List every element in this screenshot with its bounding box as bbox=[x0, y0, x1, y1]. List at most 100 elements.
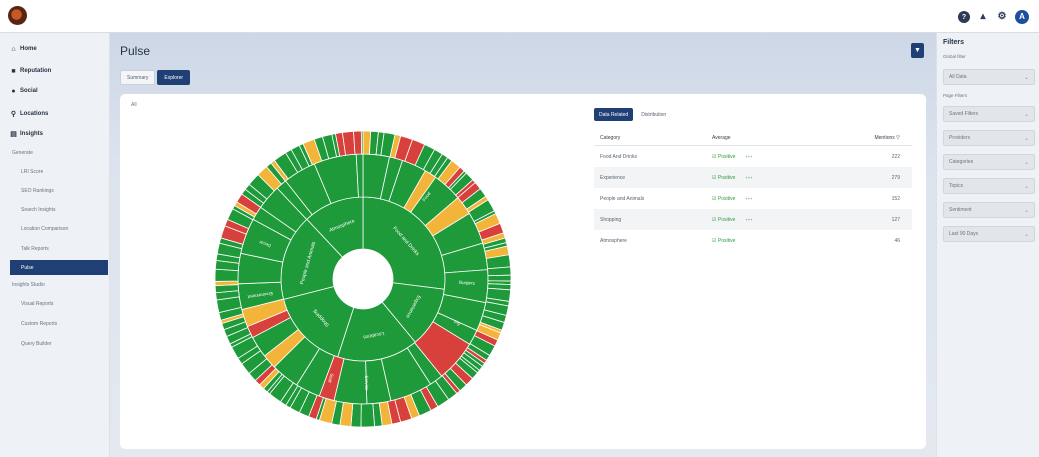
tab-summary[interactable]: Summary bbox=[120, 70, 156, 85]
sidebar-item-label: Insights bbox=[20, 131, 44, 137]
cell-average: ☑ Positive bbox=[712, 238, 842, 244]
sidebar-item-home[interactable]: ⌂ Home bbox=[10, 43, 37, 55]
table-row[interactable]: Experience ☑ Positive +++ 279 bbox=[594, 167, 912, 188]
sunburst-segment[interactable] bbox=[214, 268, 239, 282]
sidebar-subitem-talk-reports[interactable]: Talk Reports bbox=[21, 243, 49, 254]
cell-mentions: 46 bbox=[894, 237, 900, 244]
sunburst-outer-label: Burgers bbox=[459, 280, 476, 286]
sidebar-subitem-lri-score[interactable]: LRI Score bbox=[21, 166, 43, 177]
table-row[interactable]: People and Animals ☑ Positive +++ 152 bbox=[594, 188, 912, 209]
cell-category: Food And Drinks bbox=[600, 153, 637, 160]
sunburst-segment[interactable] bbox=[487, 274, 512, 282]
sunburst-segment[interactable] bbox=[360, 130, 364, 155]
global-filter-select[interactable]: All Data ⌄ bbox=[943, 69, 1035, 85]
left-sidebar: ⌂ Home ■ Reputation ● Social ⚲ Locations… bbox=[0, 33, 110, 457]
chevron-down-icon: ⌄ bbox=[1023, 74, 1029, 81]
sidebar-item-locations[interactable]: ⚲ Locations bbox=[10, 108, 48, 120]
sidebar-item-reputation[interactable]: ■ Reputation bbox=[10, 65, 51, 77]
sunburst-center[interactable] bbox=[334, 250, 392, 308]
chevron-down-icon: ⌄ bbox=[1023, 231, 1029, 238]
download-icon: ▼ bbox=[914, 47, 921, 54]
cell-mentions: 127 bbox=[891, 216, 900, 223]
sidebar-item-label: Social bbox=[20, 88, 38, 94]
tab-distribution[interactable]: Distribution bbox=[636, 108, 671, 121]
sidebar-subitem-visual-reports[interactable]: Visual Reports bbox=[21, 298, 53, 309]
sunburst-segment[interactable] bbox=[353, 130, 362, 155]
global-filter-label: Global filter bbox=[943, 54, 966, 59]
sidebar-item-social[interactable]: ● Social bbox=[10, 85, 38, 97]
select-value: Last 90 Days bbox=[949, 231, 979, 237]
sentiment-badge: ☑ Positive bbox=[712, 195, 736, 202]
chevron-down-icon: ⌄ bbox=[1023, 111, 1029, 118]
select-value: Topics bbox=[949, 183, 964, 189]
help-icon[interactable]: ? bbox=[958, 11, 970, 23]
sentiment-badge: ☑ Positive bbox=[712, 216, 736, 223]
sunburst-outer-label: Service bbox=[364, 375, 369, 391]
cell-category: Atmosphere bbox=[600, 237, 627, 244]
chevron-down-icon: ⌄ bbox=[1023, 159, 1029, 166]
category-table: Category Average Mentions ▽ Food And Dri… bbox=[594, 130, 912, 251]
social-icon: ● bbox=[11, 87, 16, 95]
cell-average: ☑ Positive +++ bbox=[712, 217, 842, 223]
page-title: Pulse bbox=[120, 44, 151, 58]
filters-panel: Filters Global filter All Data ⌄ Page Fi… bbox=[936, 33, 1039, 457]
explorer-panel: All Food and Drinks Experience Locations Sh… bbox=[120, 94, 926, 449]
sidebar-item-label: Home bbox=[20, 46, 37, 52]
cell-mentions: 152 bbox=[891, 195, 900, 202]
cell-category: Shopping bbox=[600, 216, 622, 223]
sidebar-subitem-custom-reports[interactable]: Custom Reports bbox=[21, 318, 57, 329]
cell-average: ☑ Positive +++ bbox=[712, 154, 842, 160]
table-row[interactable]: Shopping ☑ Positive +++ 127 bbox=[594, 209, 912, 230]
sentiment-badge: ☑ Positive bbox=[712, 237, 736, 244]
bell-icon[interactable]: ▴ bbox=[977, 11, 989, 23]
cell-average: ☑ Positive +++ bbox=[712, 175, 842, 181]
header-category[interactable]: Category bbox=[594, 135, 712, 141]
header-average[interactable]: Average bbox=[712, 135, 842, 141]
page-filter-select[interactable]: Categories ⌄ bbox=[943, 154, 1035, 170]
select-value: Sentiment bbox=[949, 207, 972, 213]
select-value: Providers bbox=[949, 135, 971, 141]
sunburst-chart[interactable]: Food and DrinksExperienceLocationsShoppi… bbox=[198, 114, 528, 444]
top-bar: ? ▴ ⚙ A bbox=[0, 0, 1039, 33]
sidebar-subitem-location-comparison[interactable]: Location Comparison bbox=[21, 223, 68, 234]
sidebar-subitem-search-insights[interactable]: Search Insights bbox=[21, 204, 55, 215]
sidebar-item-label: Locations bbox=[20, 111, 49, 117]
brand-logo[interactable] bbox=[8, 6, 27, 25]
export-button[interactable]: ▼ bbox=[911, 43, 924, 58]
location-pin-icon: ⚲ bbox=[10, 111, 17, 118]
select-value: All Data bbox=[949, 74, 967, 80]
top-icon-group: ? ▴ ⚙ A bbox=[958, 10, 1029, 24]
select-value: Saved Filters bbox=[949, 111, 979, 117]
sidebar-item-insights[interactable]: ▤ Insights bbox=[10, 128, 43, 140]
page-filter-select[interactable]: Sentiment ⌄ bbox=[943, 202, 1035, 218]
cell-mentions: 222 bbox=[891, 153, 900, 160]
header-mentions[interactable]: Mentions ▽ bbox=[842, 135, 912, 141]
trend-indicator: +++ bbox=[745, 154, 753, 159]
chevron-down-icon: ⌄ bbox=[1023, 135, 1029, 142]
avatar[interactable]: A bbox=[1015, 10, 1029, 24]
page-filter-select[interactable]: Providers ⌄ bbox=[943, 130, 1035, 146]
sunburst-segment[interactable] bbox=[360, 403, 376, 428]
page-tabs: Summary Explorer bbox=[120, 70, 191, 85]
sidebar-subitem-query-builder[interactable]: Query Builder bbox=[21, 338, 52, 349]
chevron-down-icon: ⌄ bbox=[1023, 207, 1029, 214]
gear-icon[interactable]: ⚙ bbox=[996, 11, 1008, 23]
select-value: Categories bbox=[949, 159, 974, 165]
sidebar-subitem-seo-rankings[interactable]: SEO Rankings bbox=[21, 185, 54, 196]
sunburst-segment[interactable] bbox=[487, 266, 512, 277]
table-header: Category Average Mentions ▽ bbox=[594, 130, 912, 146]
page-filter-select[interactable]: Topics ⌄ bbox=[943, 178, 1035, 194]
table-row[interactable]: Atmosphere ☑ Positive 46 bbox=[594, 230, 912, 251]
tab-data-related[interactable]: Data Related bbox=[594, 108, 634, 121]
cell-category: People and Animals bbox=[600, 195, 645, 202]
tab-explorer[interactable]: Explorer bbox=[157, 70, 191, 85]
sentiment-badge: ☑ Positive bbox=[712, 153, 736, 160]
page-filter-select[interactable]: Saved Filters ⌄ bbox=[943, 106, 1035, 122]
trend-indicator: +++ bbox=[745, 196, 753, 201]
page-filter-select[interactable]: Last 90 Days ⌄ bbox=[943, 226, 1035, 242]
cell-category: Experience bbox=[600, 174, 626, 181]
main-content: Pulse ▼ Summary Explorer All Food and Dr… bbox=[110, 33, 936, 457]
table-row[interactable]: Food And Drinks ☑ Positive +++ 222 bbox=[594, 146, 912, 167]
sidebar-subitem-pulse[interactable]: Pulse bbox=[10, 260, 108, 275]
sentiment-badge: ☑ Positive bbox=[712, 174, 736, 181]
